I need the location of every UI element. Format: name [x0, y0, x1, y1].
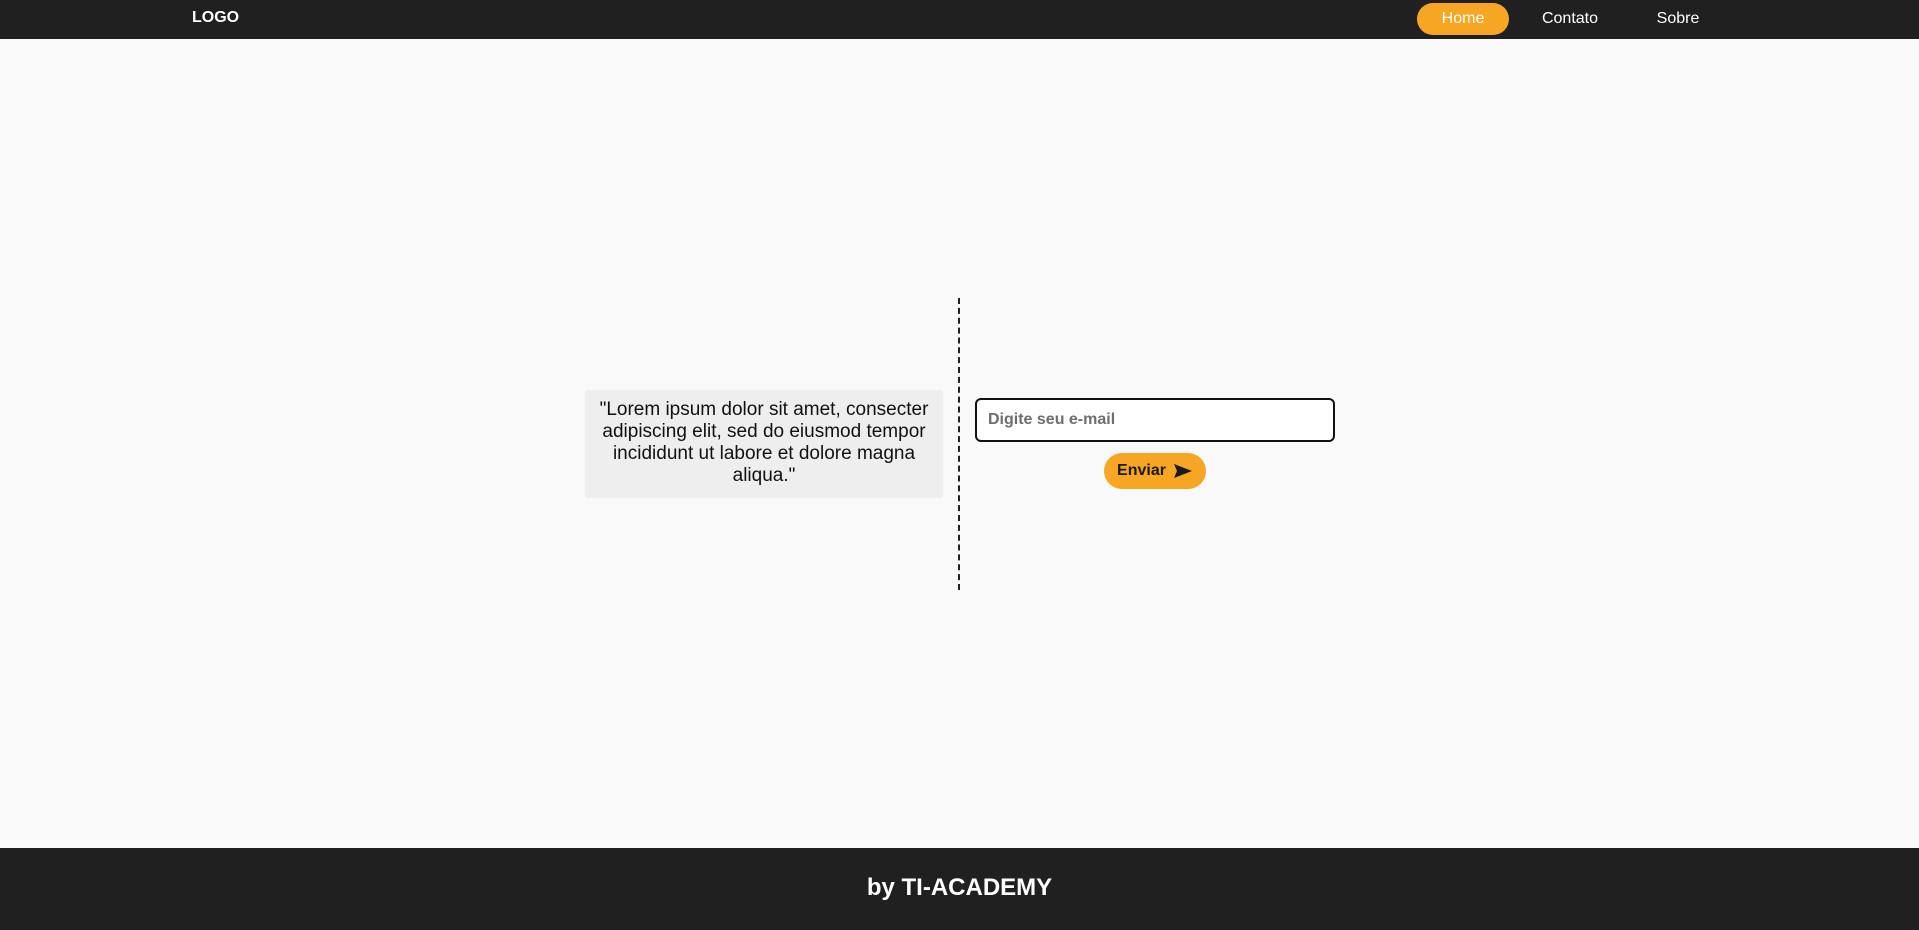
- send-button[interactable]: Enviar: [1104, 453, 1206, 489]
- vertical-divider: [958, 298, 960, 590]
- footer: by TI-ACADEMY: [0, 848, 1919, 930]
- send-icon: [1173, 463, 1193, 479]
- footer-credit: by TI-ACADEMY: [866, 874, 1053, 901]
- quote-box: "Lorem ipsum dolor sit amet, consecter a…: [585, 390, 943, 498]
- email-input[interactable]: [975, 398, 1335, 442]
- nav-link-home[interactable]: Home: [1417, 3, 1509, 35]
- nav-link-sobre[interactable]: Sobre: [1630, 3, 1726, 35]
- send-button-label: Enviar: [1117, 462, 1166, 479]
- nav-link-contato[interactable]: Contato: [1522, 3, 1618, 35]
- navbar: LOGO Home Contato Sobre: [0, 0, 1919, 39]
- logo[interactable]: LOGO: [192, 9, 239, 27]
